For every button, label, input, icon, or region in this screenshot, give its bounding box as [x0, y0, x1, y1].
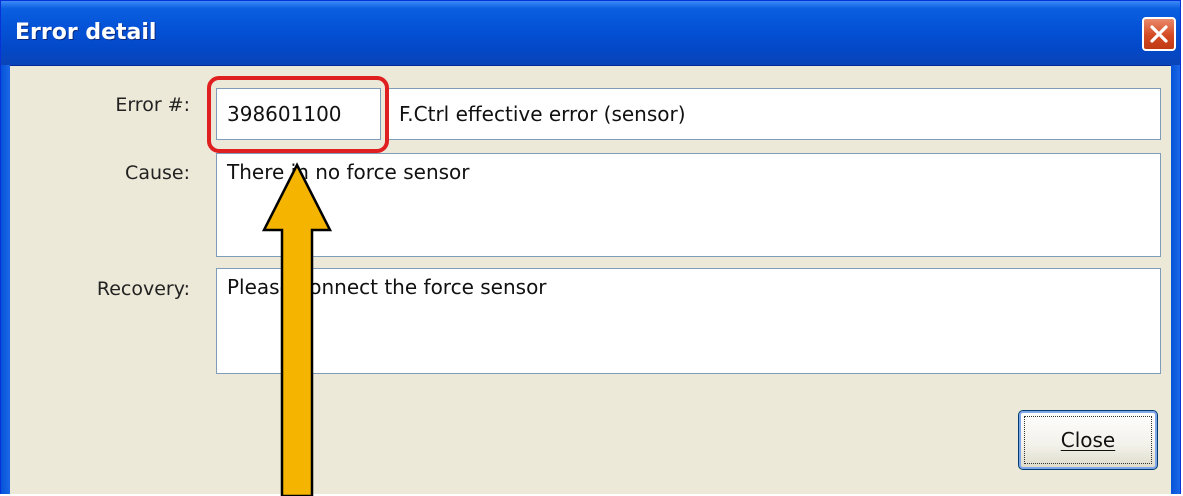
up-arrow-icon	[261, 162, 333, 496]
